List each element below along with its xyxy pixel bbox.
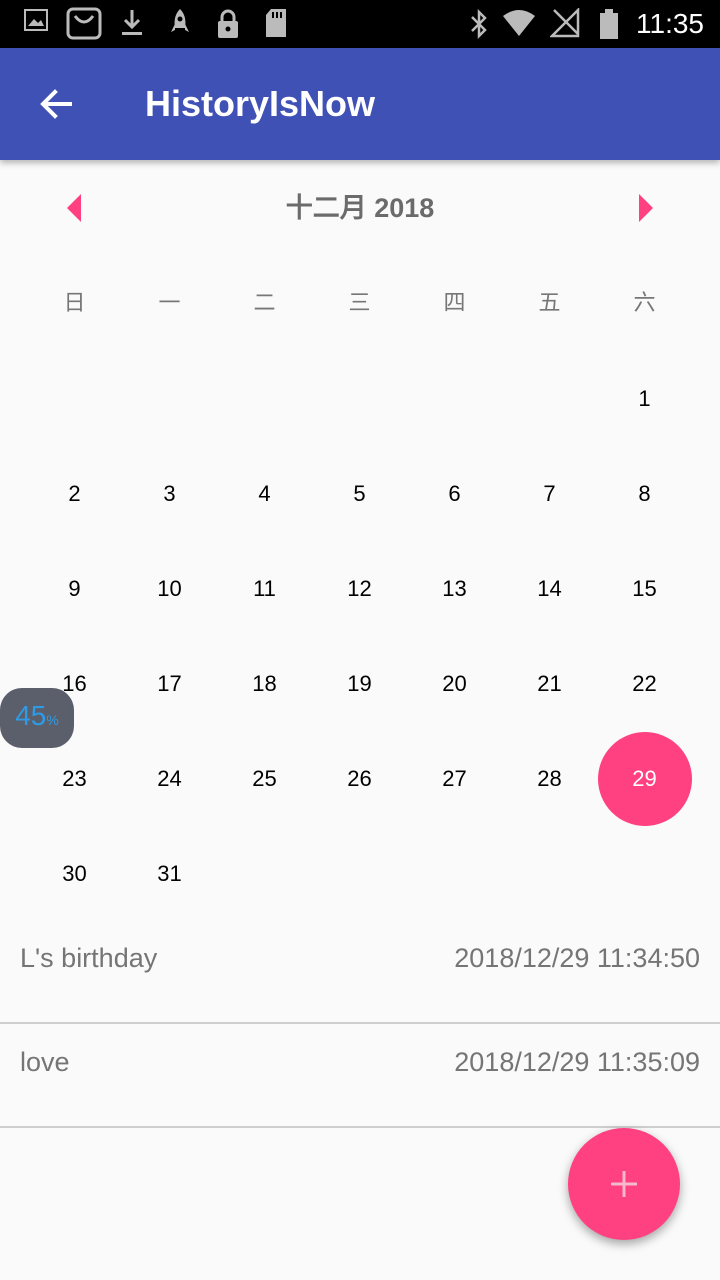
calendar-day[interactable]: 25	[217, 731, 312, 826]
event-title: love	[20, 1047, 70, 1077]
calendar-day[interactable]: 31	[122, 826, 217, 921]
download-icon	[122, 10, 142, 35]
weekday-label: 一	[158, 290, 181, 315]
calendar-day-number: 21	[537, 670, 562, 696]
weekday-label: 日	[63, 290, 86, 315]
calendar-day[interactable]: 5	[312, 446, 407, 541]
weekday-label: 四	[443, 290, 466, 315]
calendar-day[interactable]: 26	[312, 731, 407, 826]
calendar-day[interactable]: 3	[122, 446, 217, 541]
calendar-day-number: 9	[68, 575, 81, 601]
calendar-day-number: 10	[157, 575, 182, 601]
calendar-day-number: 20	[442, 670, 467, 696]
calendar-day[interactable]: 7	[502, 446, 597, 541]
add-event-button[interactable]	[568, 1128, 680, 1240]
image-icon	[24, 9, 48, 31]
back-button[interactable]	[24, 80, 88, 128]
floating-percentage-badge[interactable]: 45 %	[0, 688, 74, 748]
calendar-day[interactable]: 13	[407, 541, 502, 636]
calendar-day[interactable]: 1	[597, 351, 692, 446]
weekday-label: 六	[633, 290, 656, 315]
calendar-day[interactable]: 8	[597, 446, 692, 541]
month-header: 十二月 2018	[0, 180, 720, 236]
event-row[interactable]: L's birthday 2018/12/29 11:34:50	[0, 920, 720, 1024]
calendar-day[interactable]: 10	[122, 541, 217, 636]
app-bar: HistoryIsNow	[0, 48, 720, 160]
plus-icon	[611, 1171, 637, 1197]
calendar-day-number: 26	[347, 765, 372, 791]
calendar-day[interactable]: 15	[597, 541, 692, 636]
calendar-day[interactable]: 11	[217, 541, 312, 636]
calendar-day[interactable]: 28	[502, 731, 597, 826]
calendar-day-number: 12	[347, 575, 372, 601]
status-time: 11:35	[636, 8, 704, 39]
calendar-day[interactable]: 27	[407, 731, 502, 826]
calendar-day-number: 18	[252, 670, 277, 696]
event-time: 2018/12/29 11:35:09	[454, 1047, 700, 1077]
calendar-day[interactable]: 21	[502, 636, 597, 731]
month-title: 十二月 2018	[285, 193, 435, 223]
calendar-day[interactable]: 9	[27, 541, 122, 636]
calendar-day-number: 13	[442, 575, 467, 601]
arrow-back-icon	[40, 89, 72, 119]
calendar-day-number: 25	[252, 765, 277, 791]
calendar-day-number: 15	[632, 575, 657, 601]
calendar-day-number: 23	[62, 765, 87, 791]
event-row[interactable]: love 2018/12/29 11:35:09	[0, 1024, 720, 1128]
bluetooth-icon	[471, 8, 487, 40]
weekday-label: 三	[348, 290, 371, 315]
calendar-day-number: 28	[537, 765, 562, 791]
calendar-day-number: 2	[68, 480, 81, 506]
calendar-day[interactable]: 14	[502, 541, 597, 636]
wifi-icon	[503, 10, 535, 36]
rocket-icon	[171, 9, 189, 32]
calendar-day[interactable]: 18	[217, 636, 312, 731]
sd-card-icon	[266, 9, 286, 37]
calendar-day[interactable]: 22	[597, 636, 692, 731]
weekday-label: 五	[538, 290, 561, 315]
calendar-day-number: 24	[157, 765, 182, 791]
calendar-day-number: 4	[258, 480, 271, 506]
calendar-day-number: 5	[353, 480, 366, 506]
calendar-day-number: 3	[163, 480, 176, 506]
calendar-day-number: 14	[537, 575, 562, 601]
app-title: HistoryIsNow	[145, 83, 376, 124]
event-time: 2018/12/29 11:34:50	[454, 943, 700, 973]
calendar-day-number: 31	[157, 860, 182, 886]
calendar-day[interactable]: 2	[27, 446, 122, 541]
calendar-day[interactable]: 20	[407, 636, 502, 731]
badge-value: 45	[15, 700, 47, 731]
calendar-day-number: 30	[62, 860, 87, 886]
calendar-day[interactable]: 12	[312, 541, 407, 636]
calendar-day-number: 19	[347, 670, 372, 696]
calendar-day-number: 11	[253, 575, 276, 601]
calendar-day[interactable]: 19	[312, 636, 407, 731]
lock-icon	[218, 9, 238, 38]
no-signal-icon	[550, 8, 580, 38]
calendar-day[interactable]: 17	[122, 636, 217, 731]
next-month-button[interactable]	[618, 180, 674, 236]
shopping-bag-icon	[66, 7, 102, 40]
battery-icon	[600, 9, 618, 39]
calendar-day-number: 7	[543, 480, 556, 506]
calendar-day-number: 29	[597, 731, 692, 826]
status-bar: 11:35	[0, 0, 720, 48]
calendar-day-number: 1	[638, 385, 651, 411]
chevron-right-icon	[639, 194, 653, 222]
calendar-day-number: 8	[638, 480, 651, 506]
calendar-day-number: 27	[442, 765, 467, 791]
calendar-day[interactable]: 30	[27, 826, 122, 921]
badge-unit: %	[46, 712, 59, 728]
calendar-day-number: 6	[448, 480, 461, 506]
calendar-day[interactable]: 4	[217, 446, 312, 541]
calendar-day-number: 17	[157, 670, 182, 696]
calendar-day[interactable]: 24	[122, 731, 217, 826]
event-title: L's birthday	[20, 943, 158, 973]
calendar-day-number: 22	[632, 670, 657, 696]
calendar-day-selected[interactable]: 29	[597, 731, 692, 826]
weekday-label: 二	[253, 290, 276, 315]
calendar-day[interactable]: 6	[407, 446, 502, 541]
